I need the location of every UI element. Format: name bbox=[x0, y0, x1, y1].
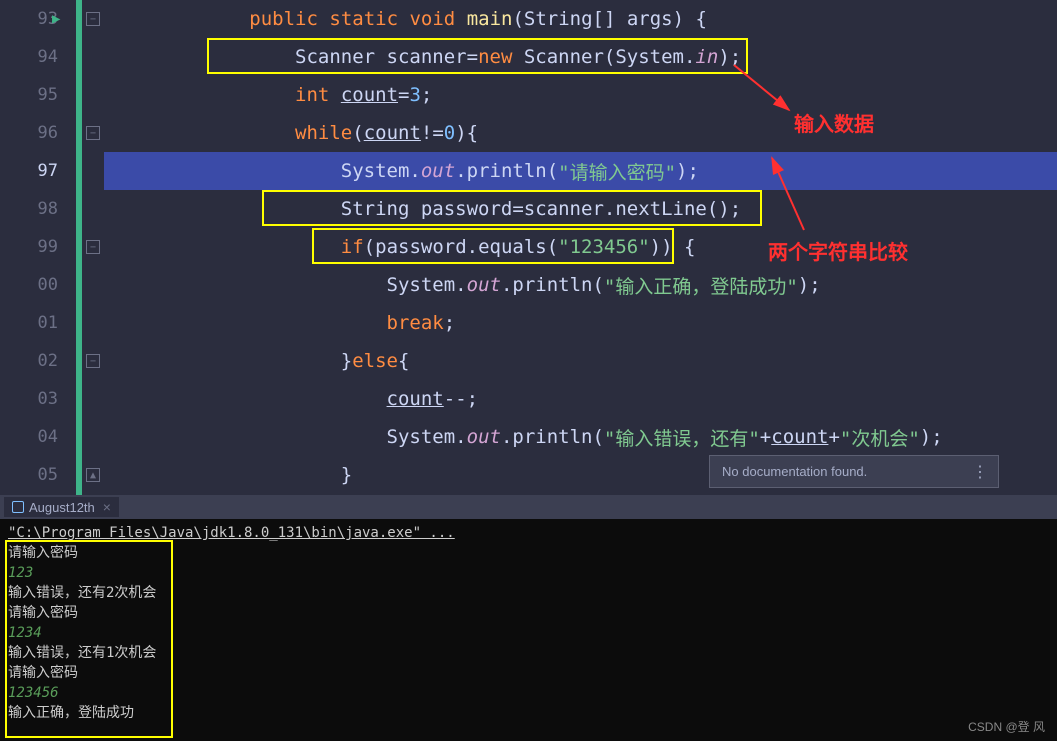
run-icon[interactable]: ▶ bbox=[52, 11, 60, 27]
terminal-line: 123 bbox=[8, 563, 1049, 583]
fold-icon[interactable]: − bbox=[86, 12, 100, 26]
terminal-line: 请输入密码 bbox=[8, 663, 1049, 683]
code-editor[interactable]: 93▶ 94 95 96 97 98 99 00 01 02 03 04 05 … bbox=[0, 0, 1057, 495]
code-line[interactable]: while(count!=0){ bbox=[104, 114, 1057, 152]
watermark: CSDN @登 风 bbox=[968, 718, 1045, 735]
code-line[interactable]: count--; bbox=[104, 380, 1057, 418]
code-line-current[interactable]: System.out.println("请输入密码"); bbox=[104, 152, 1057, 190]
line-number: 05 bbox=[0, 456, 76, 494]
tab-label: August12th bbox=[29, 500, 95, 515]
terminal-line: 123456 bbox=[8, 683, 1049, 703]
fold-column: − − − − ▲ bbox=[76, 0, 104, 495]
line-number: 01 bbox=[0, 304, 76, 342]
line-number: 00 bbox=[0, 266, 76, 304]
code-line[interactable]: System.out.println("输入错误，还有"+count+"次机会"… bbox=[104, 418, 1057, 456]
code-line[interactable]: if(password.equals("123456")) { bbox=[104, 228, 1057, 266]
tooltip-text: No documentation found. bbox=[722, 464, 867, 479]
run-tab[interactable]: August12th × bbox=[4, 497, 119, 517]
line-number: 95 bbox=[0, 76, 76, 114]
fold-icon[interactable]: − bbox=[86, 354, 100, 368]
code-line[interactable]: String password=scanner.nextLine(); bbox=[104, 190, 1057, 228]
line-number: 99 bbox=[0, 228, 76, 266]
console-icon bbox=[12, 501, 24, 513]
terminal-line: 输入正确，登陆成功 bbox=[8, 703, 1049, 723]
line-number: 03 bbox=[0, 380, 76, 418]
code-line[interactable]: System.out.println("输入正确，登陆成功"); bbox=[104, 266, 1057, 304]
line-number: 02 bbox=[0, 342, 76, 380]
code-content[interactable]: public static void main(String[] args) {… bbox=[104, 0, 1057, 495]
line-number-gutter: 93▶ 94 95 96 97 98 99 00 01 02 03 04 05 bbox=[0, 0, 76, 495]
more-icon[interactable]: ⋮ bbox=[972, 462, 986, 482]
code-line[interactable]: break; bbox=[104, 304, 1057, 342]
line-number: 04 bbox=[0, 418, 76, 456]
code-line[interactable]: public static void main(String[] args) { bbox=[104, 0, 1057, 38]
run-tab-bar: August12th × bbox=[0, 495, 1057, 519]
line-number: 94 bbox=[0, 38, 76, 76]
doc-tooltip: No documentation found. ⋮ bbox=[709, 455, 999, 488]
annotation-text: 两个字符串比较 bbox=[768, 236, 908, 265]
terminal-line: 请输入密码 bbox=[8, 603, 1049, 623]
terminal-output[interactable]: "C:\Program Files\Java\jdk1.8.0_131\bin\… bbox=[0, 519, 1057, 741]
annotation-text: 输入数据 bbox=[794, 108, 874, 137]
terminal-command: "C:\Program Files\Java\jdk1.8.0_131\bin\… bbox=[8, 523, 1049, 543]
fold-icon[interactable]: − bbox=[86, 240, 100, 254]
close-icon[interactable]: × bbox=[103, 499, 111, 515]
code-line[interactable]: int count=3; bbox=[104, 76, 1057, 114]
line-number: 98 bbox=[0, 190, 76, 228]
code-line[interactable]: Scanner scanner=new Scanner(System.in); bbox=[104, 38, 1057, 76]
terminal-line: 请输入密码 bbox=[8, 543, 1049, 563]
fold-icon[interactable]: − bbox=[86, 126, 100, 140]
terminal-line: 输入错误，还有1次机会 bbox=[8, 643, 1049, 663]
terminal-line: 1234 bbox=[8, 623, 1049, 643]
code-line[interactable]: }else{ bbox=[104, 342, 1057, 380]
line-number-current: 97 bbox=[0, 152, 76, 190]
line-number: 96 bbox=[0, 114, 76, 152]
terminal-line: 输入错误，还有2次机会 bbox=[8, 583, 1049, 603]
fold-icon[interactable]: ▲ bbox=[86, 468, 100, 482]
line-number: 93▶ bbox=[0, 0, 76, 38]
